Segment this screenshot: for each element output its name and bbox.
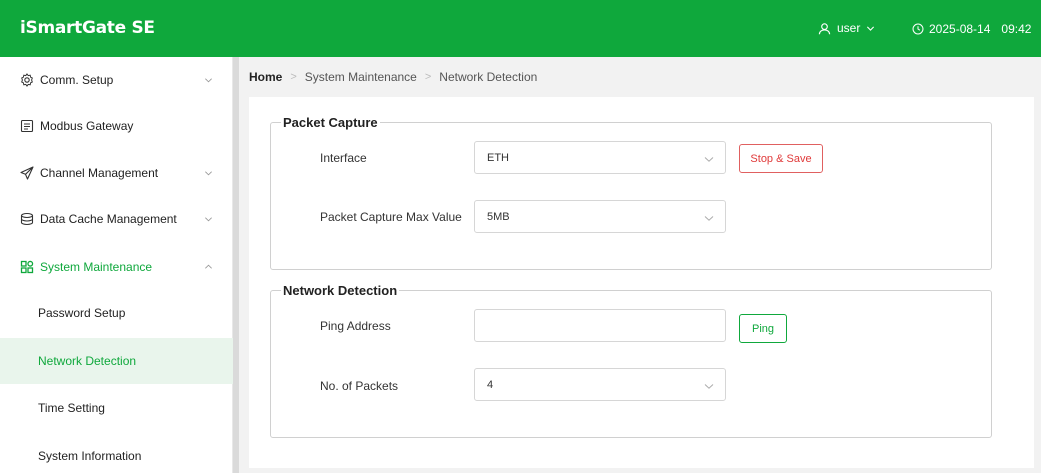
breadcrumb-separator-icon: > [290,71,297,83]
chevron-down-icon [205,171,212,176]
sidebar-item-label: Channel Management [40,166,159,180]
max-value: 5MB [487,210,510,223]
sidebar: Comm. Setup Modbus Gateway Channel Manag… [0,57,233,473]
chevron-down-icon [704,157,714,162]
network-detection-section: Network Detection [270,283,992,438]
user-menu[interactable]: user [818,0,875,57]
sidebar-item-channel-management[interactable]: Channel Management [0,150,233,196]
gateway-icon [20,119,34,133]
sidebar-item-label: Data Cache Management [40,212,177,226]
app-title: iSmartGate SE [20,18,155,38]
sidebar-item-data-cache-management[interactable]: Data Cache Management [0,196,233,242]
sidebar-item-comm-setup[interactable]: Comm. Setup [0,57,233,103]
ping-address-input[interactable] [474,309,726,342]
chevron-down-icon [867,26,875,31]
sidebar-item-label: System Maintenance [40,260,153,274]
max-value-select[interactable]: 5MB [474,200,726,233]
user-name: user [837,21,861,35]
interface-select[interactable]: ETH [474,141,726,174]
grid-icon [20,260,34,274]
ping-button[interactable]: Ping [739,314,787,343]
breadcrumb-separator-icon: > [424,71,432,83]
sidebar-subitem-network-detection[interactable]: Network Detection [0,338,233,384]
packets-label: No. of Packets [320,379,399,393]
sidebar-item-label: Modbus Gateway [40,119,134,133]
date-text: 2025-08-14 [929,21,991,36]
packets-select[interactable]: 4 [474,368,726,401]
chevron-down-icon [704,216,714,221]
packets-value: 4 [487,378,494,391]
interface-value: ETH [487,151,509,164]
section-title: Packet Capture [283,115,378,130]
section-title: Network Detection [283,283,398,298]
database-icon [20,212,34,226]
sidebar-item-label: Comm. Setup [40,73,114,87]
sidebar-subitem-label: System Information [38,449,142,463]
breadcrumb-level2: Network Detection [439,70,538,84]
chevron-down-icon [205,78,212,83]
send-icon [20,166,34,180]
chevron-up-icon [205,264,212,269]
sidebar-item-system-maintenance[interactable]: System Maintenance [0,244,233,290]
sidebar-subitem-label: Time Setting [38,401,105,415]
packet-capture-section: Packet Capture [270,115,992,270]
interface-label: Interface [320,151,367,165]
user-icon [818,23,831,35]
time-text: 09:42 [1001,21,1032,36]
clock: 2025-08-14 09:42 [912,0,1031,57]
breadcrumb-level1[interactable]: System Maintenance [305,70,417,84]
content-panel: Packet Capture Interface ETH Stop & Save… [249,97,1034,468]
sidebar-subitem-label: Network Detection [38,354,137,368]
max-value-label: Packet Capture Max Value [320,210,462,224]
sidebar-item-modbus-gateway[interactable]: Modbus Gateway [0,103,233,149]
main-content: Packet Capture Interface ETH Stop & Save… [239,97,1041,473]
chevron-down-icon [704,384,714,389]
breadcrumb: Home > System Maintenance > Network Dete… [239,57,1041,97]
top-bar: iSmartGate SE user 2025-08-14 09:42 [0,0,1041,57]
ping-address-label: Ping Address [320,319,391,333]
stop-save-button[interactable]: Stop & Save [739,144,823,173]
sidebar-subitem-label: Password Setup [38,306,126,320]
breadcrumb-home[interactable]: Home [249,70,282,84]
sidebar-subitem-time-setting[interactable]: Time Setting [0,385,233,431]
chevron-down-icon [205,217,212,222]
gear-icon [21,73,33,87]
sidebar-subitem-system-information[interactable]: System Information [0,433,233,473]
sidebar-subitem-password-setup[interactable]: Password Setup [0,290,233,336]
clock-icon [912,23,924,34]
